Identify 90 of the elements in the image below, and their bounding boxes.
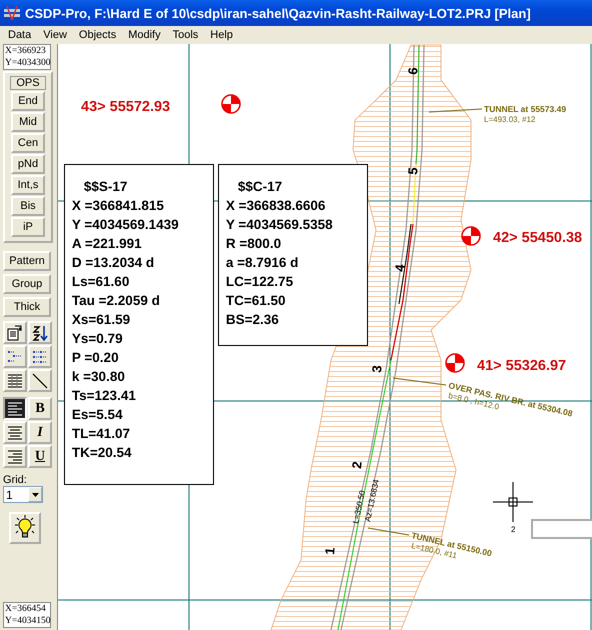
menu-item[interactable]: Data (2, 29, 38, 41)
text-style-button[interactable]: I (28, 421, 52, 444)
station-marker-icon (445, 353, 465, 373)
curve-parameter: TL=41.07 (72, 425, 132, 443)
curve-parameter: Xs=61.59 (72, 311, 132, 329)
snap-button[interactable]: End (11, 91, 45, 111)
properties-icon (7, 324, 23, 340)
cursor-label: 2 (510, 525, 516, 534)
curve-parameter: R =800.0 (226, 235, 282, 253)
curve-parameter: A =221.991 (72, 235, 143, 253)
crosshair-cursor-icon (492, 482, 534, 522)
snap-button[interactable]: Int,s (11, 175, 45, 195)
curve-parameter: Y =4034569.5358 (226, 216, 334, 234)
curve-title: $$S-17 (82, 178, 128, 196)
sort-icon (32, 324, 48, 340)
curve-parameter: P =0.20 (72, 349, 120, 367)
menu-item[interactable]: View (37, 29, 73, 41)
chainage-number: 5 (404, 166, 421, 176)
curve-parameter: X =366841.815 (72, 197, 165, 215)
station-marker-icon (461, 226, 481, 246)
leader-line (367, 528, 410, 536)
curve-title: $$C-17 (236, 178, 284, 196)
window-title: CSDP-Pro, F:\Hard E of 10\csdp\iran-sahel\Qazvin-Rasht-Railway-LOT2.PRJ [Plan] (25, 6, 531, 20)
coordinate-readout: X=366454 Y=4034150 (3, 602, 51, 628)
station-marker-icon (221, 94, 241, 114)
menu-item[interactable]: Help (204, 29, 239, 41)
curve-parameter: TC=61.50 (226, 292, 287, 310)
snap-panel-title: OPS (10, 76, 46, 90)
text-style-button[interactable]: B (28, 397, 52, 420)
snap-button[interactable]: Bis (11, 196, 45, 216)
lightbulb-button[interactable] (9, 512, 41, 544)
curve-parameter: Ls=61.60 (72, 273, 130, 291)
toolbar-button[interactable] (3, 445, 27, 468)
drawing-canvas[interactable] (56, 44, 592, 630)
toolbar-button[interactable] (3, 397, 27, 420)
menu-item[interactable]: Modify (122, 29, 167, 41)
align-center-icon (7, 424, 23, 440)
chainage-number: 4 (392, 264, 408, 272)
line-icon (32, 372, 48, 388)
curve-parameter: k =30.80 (72, 368, 126, 386)
curve-parameter: a =8.7916 d (226, 254, 300, 272)
small-icons-icon (7, 348, 23, 364)
curve-parameter: Ts=123.41 (72, 387, 137, 405)
grid-label: Grid: (3, 474, 27, 486)
toolbar-button[interactable] (28, 321, 52, 344)
curve-parameter: D =13.2034 d (72, 254, 156, 272)
snap-button[interactable]: Mid (11, 112, 45, 132)
coordinate-readout: X=366923 Y=4034300 (3, 44, 51, 70)
leader-line (428, 108, 482, 112)
curve-parameter: X =366838.6606 (226, 197, 326, 215)
curve-parameter: Tau =2.2059 d (72, 292, 161, 310)
leader-line (392, 378, 446, 386)
app-icon (4, 6, 20, 20)
curve-parameter: Ys=0.79 (72, 330, 124, 348)
chainage-number: 1 (322, 546, 338, 556)
list-view-icon (32, 348, 48, 364)
toolbar-button[interactable] (28, 369, 52, 392)
snap-button[interactable]: iP (11, 217, 45, 237)
menu-item[interactable]: Objects (72, 29, 122, 41)
tool-button[interactable]: Thick (3, 297, 51, 317)
text-style-button[interactable]: U (28, 445, 52, 468)
tool-button[interactable]: Pattern (3, 251, 51, 271)
snap-button[interactable]: Cen (11, 133, 45, 153)
align-right-icon (7, 448, 23, 464)
station-label: 43> 55572.93 (80, 99, 170, 115)
structure-note: L=493.03, #12 (484, 115, 536, 124)
toolbar-button[interactable] (3, 369, 27, 392)
toolbar-button[interactable] (3, 421, 27, 444)
chainage-number: 3 (368, 364, 385, 374)
toolbar-button[interactable] (3, 321, 27, 344)
snap-button[interactable]: pNd (11, 154, 45, 174)
menu-item[interactable]: Tools (166, 29, 204, 41)
dropdown-arrow-icon (32, 492, 38, 496)
curve-parameter: Es=5.54 (72, 406, 124, 424)
toolbar-button[interactable] (3, 345, 27, 368)
curve-parameter: TK=20.54 (72, 444, 133, 462)
grid-dropdown[interactable]: 1 (3, 486, 43, 503)
chainage-number: 2 (348, 460, 365, 470)
partial-field (530, 519, 592, 539)
toolbar-button[interactable] (28, 345, 52, 368)
align-left-icon (7, 400, 23, 416)
tool-button[interactable]: Group (3, 274, 51, 294)
curve-parameter: Y =4034569.1439 (72, 216, 180, 234)
chainage-number: 6 (404, 66, 421, 76)
station-label: 42> 55450.38 (492, 230, 582, 246)
station-label: 41> 55326.97 (476, 358, 566, 374)
structure-label: TUNNEL at 55573.49 (484, 104, 566, 114)
curve-parameter: LC=122.75 (226, 273, 294, 291)
curve-parameter: BS=2.36 (226, 311, 280, 329)
details-icon (7, 372, 23, 388)
